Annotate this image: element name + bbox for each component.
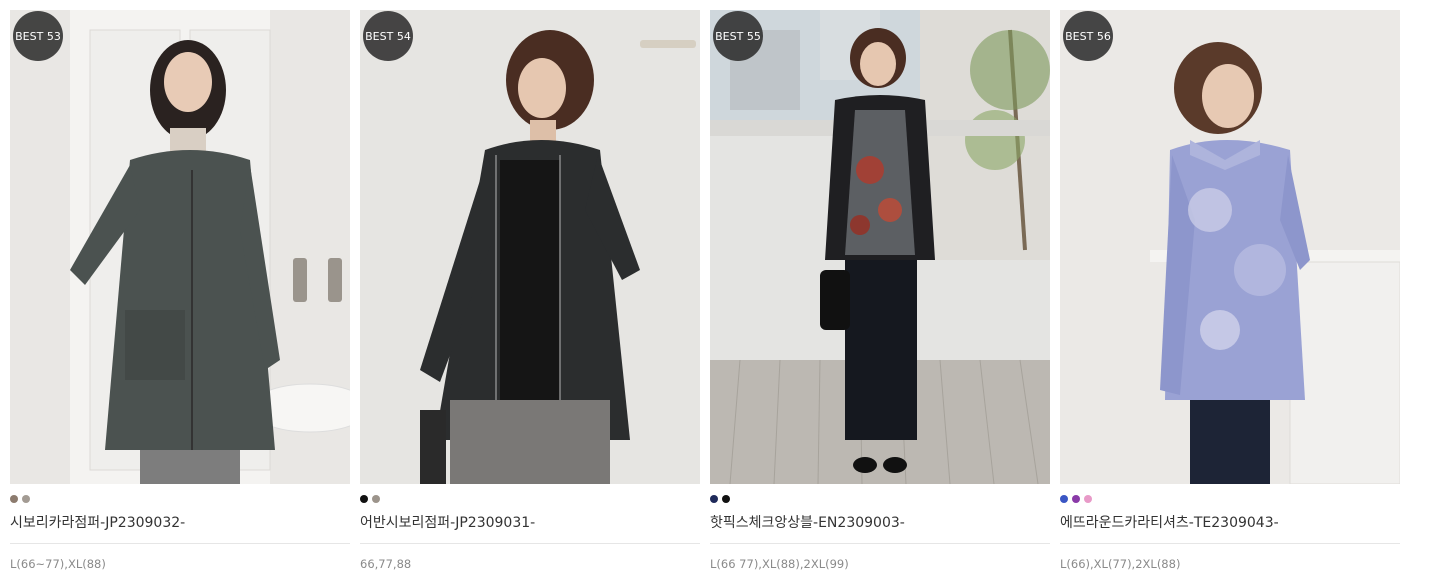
color-swatch[interactable] xyxy=(22,495,30,503)
color-swatch[interactable] xyxy=(10,495,18,503)
product-image[interactable]: BEST 56 xyxy=(1060,10,1400,484)
divider xyxy=(710,543,1050,544)
color-swatch[interactable] xyxy=(710,495,718,503)
divider xyxy=(1060,543,1400,544)
color-swatch[interactable] xyxy=(1084,495,1092,503)
color-swatch[interactable] xyxy=(360,495,368,503)
product-sizes: L(66 77),XL(88),2XL(99) xyxy=(710,557,849,571)
best-rank-badge: BEST 54 xyxy=(363,11,413,61)
product-name[interactable]: 시보리카라점퍼-JP2309032- xyxy=(10,513,350,533)
product-sizes: L(66),XL(77),2XL(88) xyxy=(1060,557,1181,571)
divider xyxy=(360,543,700,544)
product-image[interactable]: BEST 53 xyxy=(10,10,350,484)
product-image[interactable]: BEST 55 xyxy=(710,10,1050,484)
best-rank-badge: BEST 53 xyxy=(13,11,63,61)
product-card[interactable]: BEST 55 핫픽스체크앙상블-EN2309003- L(66 77),XL(… xyxy=(710,10,1050,572)
color-swatch[interactable] xyxy=(1072,495,1080,503)
product-grid: BEST 53 시보리카라점퍼-JP2309032- L(66~77),XL(8… xyxy=(0,0,1432,574)
color-swatch[interactable] xyxy=(722,495,730,503)
product-sizes: L(66~77),XL(88) xyxy=(10,557,106,571)
color-swatches xyxy=(360,495,700,503)
color-swatches xyxy=(710,495,1050,503)
best-rank-badge: BEST 56 xyxy=(1063,11,1113,61)
best-rank-badge: BEST 55 xyxy=(713,11,763,61)
product-photo-tshirt-blue xyxy=(1060,10,1400,484)
product-photo-jacket-black xyxy=(360,10,700,484)
color-swatches xyxy=(1060,495,1400,503)
product-card[interactable]: BEST 53 시보리카라점퍼-JP2309032- L(66~77),XL(8… xyxy=(10,10,350,572)
color-swatches xyxy=(10,495,350,503)
product-card[interactable]: BEST 56 에뜨라운드카라티셔츠-TE2309043- L(66),XL(7… xyxy=(1060,10,1400,572)
product-photo-ensemble xyxy=(710,10,1050,484)
product-photo-jacket-gray xyxy=(10,10,350,484)
product-image[interactable]: BEST 54 xyxy=(360,10,700,484)
product-name[interactable]: 핫픽스체크앙상블-EN2309003- xyxy=(710,513,1050,533)
product-card[interactable]: BEST 54 어반시보리점퍼-JP2309031- 66,77,88 xyxy=(360,10,700,572)
color-swatch[interactable] xyxy=(1060,495,1068,503)
product-name[interactable]: 어반시보리점퍼-JP2309031- xyxy=(360,513,700,533)
product-sizes: 66,77,88 xyxy=(360,557,412,571)
product-name[interactable]: 에뜨라운드카라티셔츠-TE2309043- xyxy=(1060,513,1400,533)
divider xyxy=(10,543,350,544)
color-swatch[interactable] xyxy=(372,495,380,503)
